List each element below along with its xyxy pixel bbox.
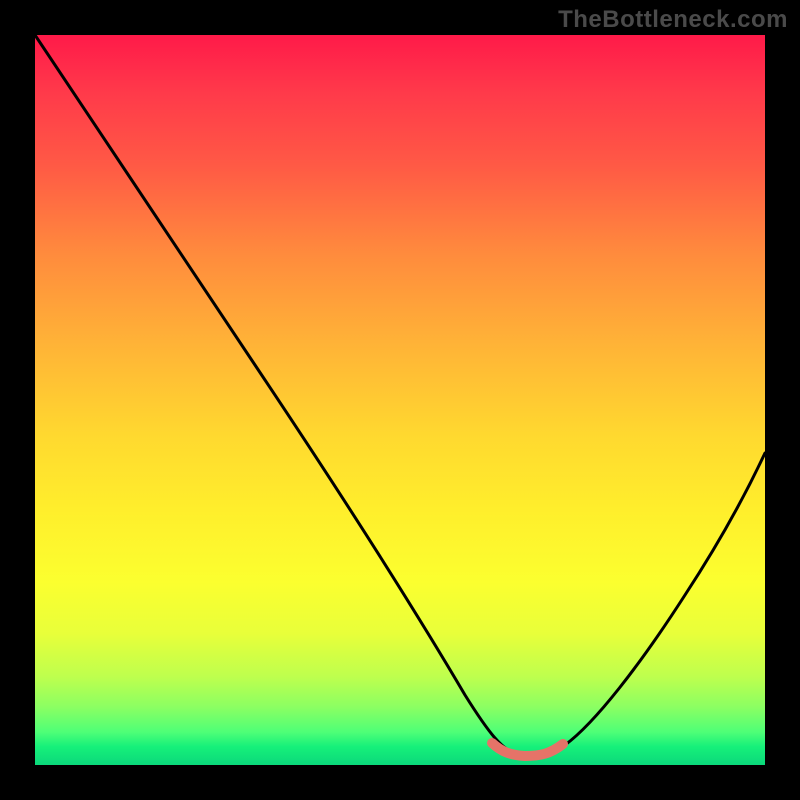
curve-layer <box>35 35 765 765</box>
watermark-text: TheBottleneck.com <box>558 6 788 34</box>
black-curve <box>35 35 765 755</box>
chart-frame: TheBottleneck.com <box>0 0 800 800</box>
salmon-trough-segment <box>492 743 563 756</box>
